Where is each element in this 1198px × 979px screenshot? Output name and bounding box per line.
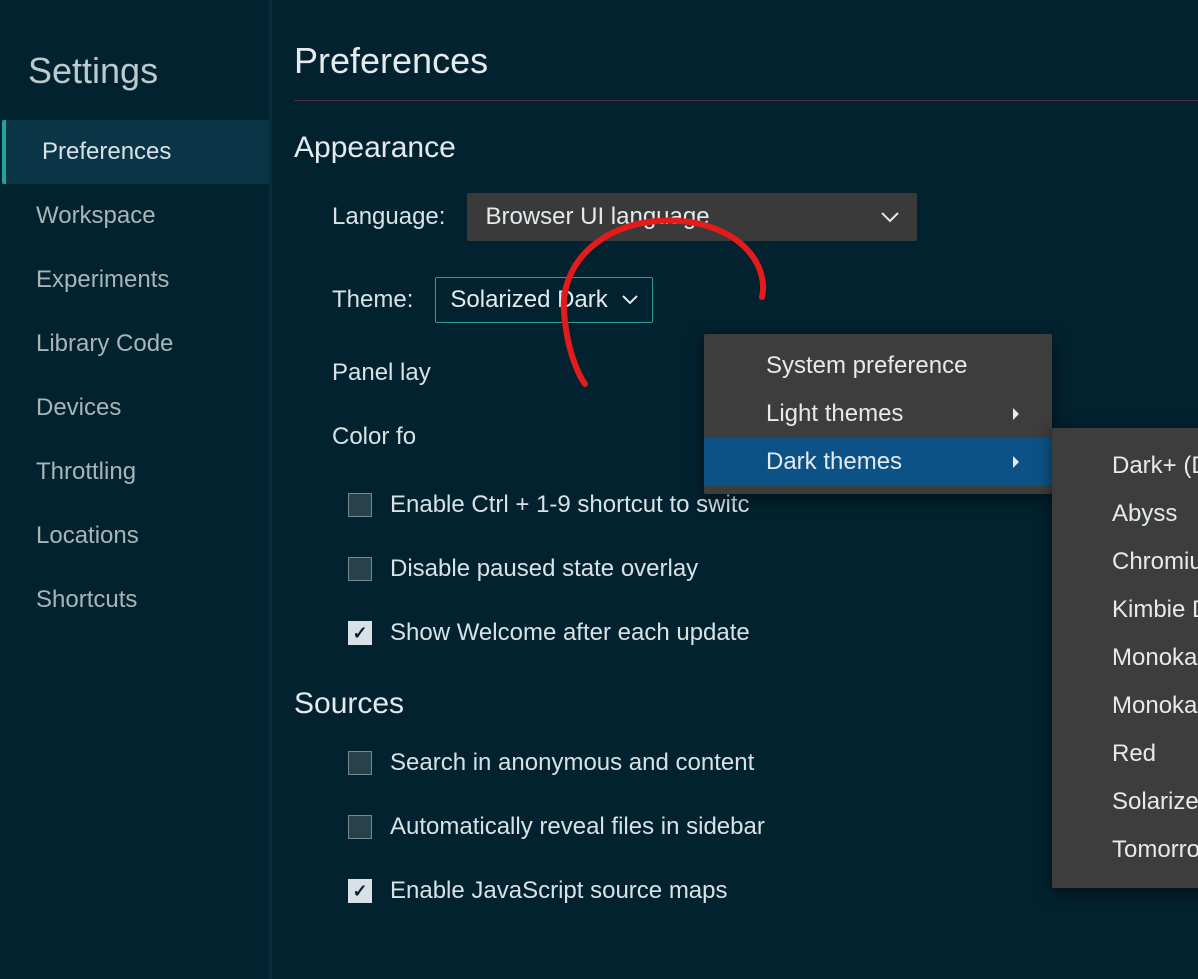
checkbox-paused-overlay-label: Disable paused state overlay (390, 555, 698, 583)
language-select-value: Browser UI language (485, 203, 709, 231)
panel-layout-label: Panel lay (332, 359, 431, 387)
theme-option-monokai[interactable]: Monokai (1052, 634, 1198, 682)
menu-item-dark-themes[interactable]: Dark themes (704, 438, 1052, 486)
menu-item-label: Light themes (766, 400, 903, 428)
checkbox-search-anon[interactable] (348, 751, 372, 775)
theme-row: Theme: Solarized Dark (294, 277, 1198, 323)
sidebar-item-library-code[interactable]: Library Code (0, 312, 269, 376)
checkbox-search-anon-label: Search in anonymous and content (390, 749, 754, 777)
sidebar-item-devices[interactable]: Devices (0, 376, 269, 440)
theme-option-red[interactable]: Red (1052, 730, 1198, 778)
settings-sidebar: Settings Preferences Workspace Experimen… (0, 0, 272, 979)
theme-option-monokai-dimmed[interactable]: Monokai Dimmed (1052, 682, 1198, 730)
theme-option-label: Monokai (1112, 644, 1198, 672)
main-panel: Preferences Appearance Language: Browser… (272, 0, 1198, 979)
checkbox-welcome[interactable] (348, 621, 372, 645)
theme-option-chromium-dark[interactable]: Chromium Dark (1052, 538, 1198, 586)
checkbox-js-sourcemaps-label: Enable JavaScript source maps (390, 877, 728, 905)
theme-option-label: Tomorrow Night Blue (1112, 836, 1198, 864)
section-appearance-title: Appearance (294, 131, 1198, 165)
checkbox-paused-overlay[interactable] (348, 557, 372, 581)
menu-item-light-themes[interactable]: Light themes (704, 390, 1052, 438)
color-format-label: Color fo (332, 423, 416, 451)
checkbox-reveal-files-label: Automatically reveal files in sidebar (390, 813, 765, 841)
chevron-down-icon (622, 295, 638, 305)
language-select[interactable]: Browser UI language (467, 193, 917, 241)
sidebar-item-throttling[interactable]: Throttling (0, 440, 269, 504)
checkbox-ctrl-shortcut-label: Enable Ctrl + 1-9 shortcut to switc (390, 491, 749, 519)
chevron-right-icon (1012, 407, 1020, 421)
theme-menu: System preference Light themes Dark them… (704, 334, 1052, 494)
checkbox-welcome-label: Show Welcome after each update (390, 619, 750, 647)
theme-select-value: Solarized Dark (450, 286, 607, 314)
theme-option-kimbie-dark[interactable]: Kimbie Dark (1052, 586, 1198, 634)
chevron-right-icon (1012, 455, 1020, 469)
theme-option-abyss[interactable]: Abyss (1052, 490, 1198, 538)
theme-option-label: Dark+ (Default) (1112, 452, 1198, 480)
dark-themes-submenu: Dark+ (Default) Abyss Chromium Dark Kimb… (1052, 428, 1198, 888)
checkbox-ctrl-shortcut[interactable] (348, 493, 372, 517)
language-label: Language: (332, 203, 445, 231)
theme-option-label: Kimbie Dark (1112, 596, 1198, 624)
language-row: Language: Browser UI language (294, 193, 1198, 241)
theme-select[interactable]: Solarized Dark (435, 277, 653, 323)
sidebar-item-experiments[interactable]: Experiments (0, 248, 269, 312)
sidebar-item-locations[interactable]: Locations (0, 504, 269, 568)
theme-option-label: Red (1112, 740, 1156, 768)
chevron-down-icon (881, 211, 899, 223)
page-title: Preferences (294, 40, 1198, 101)
theme-option-label: Abyss (1112, 500, 1177, 528)
theme-label: Theme: (332, 286, 413, 314)
checkbox-reveal-files[interactable] (348, 815, 372, 839)
checkbox-js-sourcemaps[interactable] (348, 879, 372, 903)
sidebar-title: Settings (0, 50, 269, 120)
theme-option-label: Chromium Dark (1112, 548, 1198, 576)
menu-item-system-preference[interactable]: System preference (704, 342, 1052, 390)
menu-item-label: Dark themes (766, 448, 902, 476)
theme-option-label: Monokai Dimmed (1112, 692, 1198, 720)
sidebar-item-shortcuts[interactable]: Shortcuts (0, 568, 269, 632)
theme-option-tomorrow-night-blue[interactable]: Tomorrow Night Blue (1052, 826, 1198, 874)
theme-option-solarized-dark[interactable]: Solarized Dark (1052, 778, 1198, 826)
theme-option-dark-default[interactable]: Dark+ (Default) (1052, 442, 1198, 490)
menu-item-label: System preference (766, 352, 967, 380)
theme-option-label: Solarized Dark (1112, 788, 1198, 816)
sidebar-item-workspace[interactable]: Workspace (0, 184, 269, 248)
sidebar-item-preferences[interactable]: Preferences (2, 120, 269, 184)
